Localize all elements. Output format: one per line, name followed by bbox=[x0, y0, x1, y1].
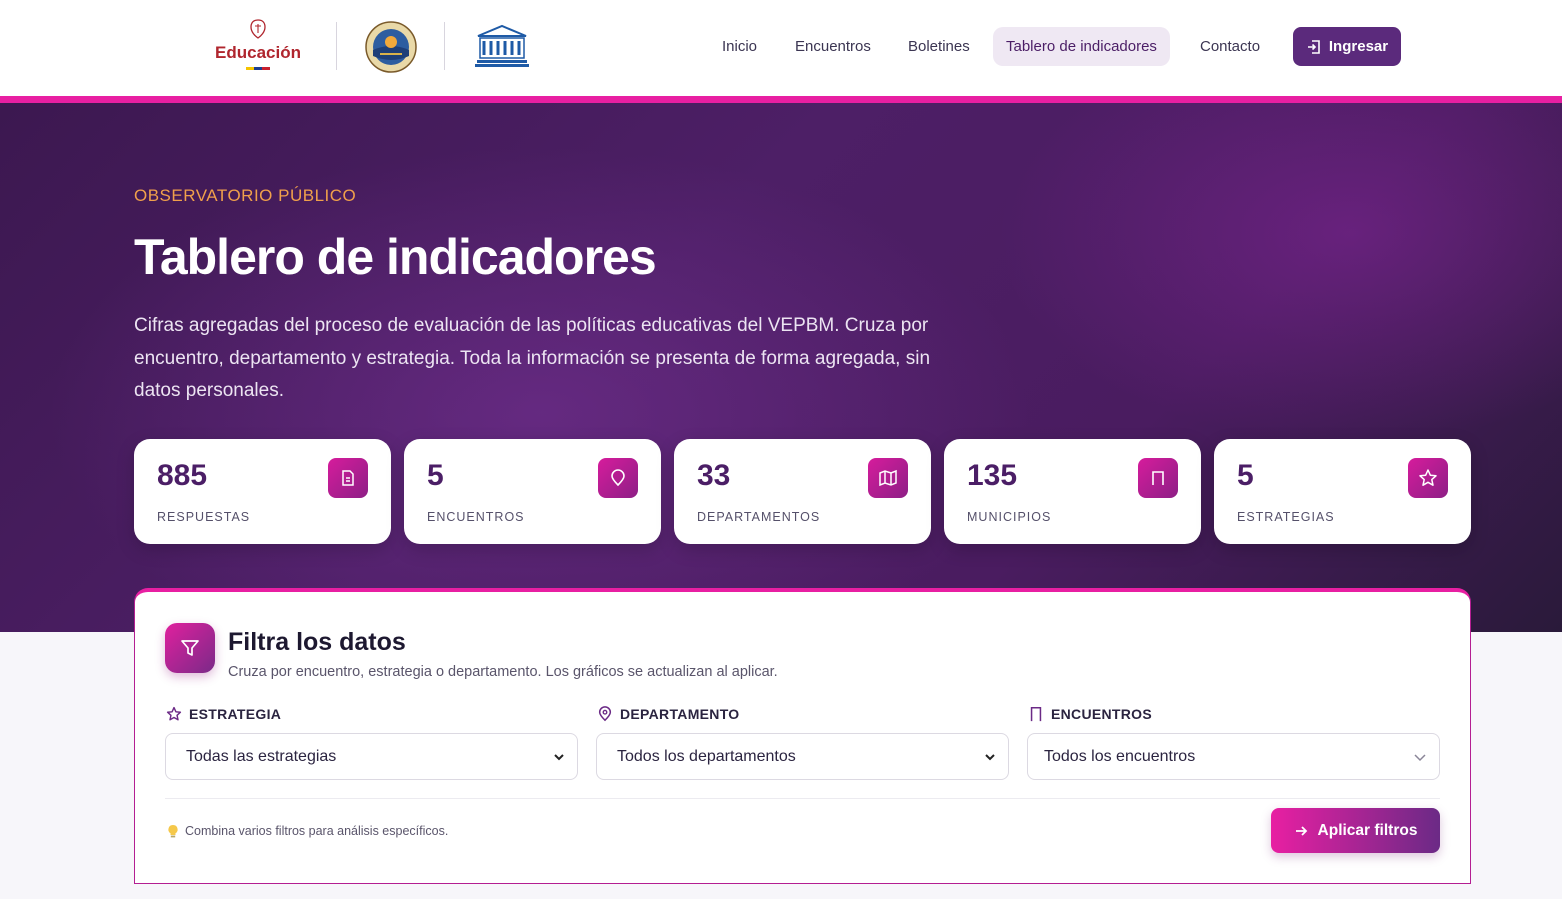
nav-link-encuentros[interactable]: Encuentros bbox=[782, 27, 884, 66]
stat-card-departamentos: 33 DEPARTAMENTOS bbox=[674, 439, 931, 544]
apply-filters-button[interactable]: Aplicar filtros bbox=[1271, 808, 1440, 853]
login-button[interactable]: Ingresar bbox=[1293, 27, 1401, 66]
department-select-value: Todos los departamentos bbox=[617, 747, 796, 765]
encounters-label-text: ENCUENTROS bbox=[1051, 706, 1153, 722]
chevron-down-icon bbox=[1414, 753, 1426, 761]
site-header: Educación Inicio Encuentros Boletines Ta… bbox=[0, 0, 1562, 96]
stat-card-estrategias: 5 ESTRATEGIAS bbox=[1214, 439, 1471, 544]
login-icon bbox=[1307, 39, 1320, 54]
nav-link-contacto[interactable]: Contacto bbox=[1187, 27, 1273, 66]
stat-value: 5 bbox=[427, 459, 444, 492]
filter-panel: Filtra los datos Cruza por encuentro, es… bbox=[134, 588, 1471, 884]
chevron-down-icon bbox=[554, 753, 564, 760]
encounters-select-value: Todos los encuentros bbox=[1044, 747, 1196, 765]
star-icon bbox=[1408, 458, 1448, 498]
encounters-filter-label: ENCUENTROS bbox=[1028, 706, 1152, 722]
filter-divider bbox=[165, 798, 1440, 799]
stat-value: 885 bbox=[157, 459, 208, 492]
strategy-filter-label: ESTRATEGIA bbox=[166, 706, 281, 722]
department-select[interactable]: Todos los departamentos bbox=[596, 733, 1009, 780]
nav-link-boletines[interactable]: Boletines bbox=[895, 27, 983, 66]
location-pin-icon bbox=[598, 458, 638, 498]
university-seal-logo[interactable] bbox=[364, 20, 418, 74]
header-accent-bar bbox=[0, 96, 1562, 103]
hero-description: Cifras agregadas del proceso de evaluaci… bbox=[134, 315, 931, 401]
education-logo-text: Educación bbox=[215, 43, 301, 62]
login-label: Ingresar bbox=[1328, 38, 1389, 55]
department-label-text: DEPARTAMENTO bbox=[620, 706, 740, 722]
coat-of-arms-icon bbox=[250, 19, 266, 39]
stat-label: ESTRATEGIAS bbox=[1237, 510, 1335, 524]
stat-value: 5 bbox=[1237, 459, 1254, 492]
stat-value: 33 bbox=[697, 459, 731, 492]
stat-card-encuentros: 5 ENCUENTROS bbox=[404, 439, 661, 544]
star-icon bbox=[166, 706, 182, 721]
filter-hint: Combina varios filtros para análisis esp… bbox=[167, 824, 448, 838]
stat-label: MUNICIPIOS bbox=[967, 510, 1052, 524]
map-icon bbox=[868, 458, 908, 498]
stat-value: 135 bbox=[967, 459, 1018, 492]
strategy-label-text: ESTRATEGIA bbox=[189, 706, 282, 722]
chevron-down-icon bbox=[985, 753, 995, 760]
colombia-flag-stripe bbox=[246, 67, 270, 70]
stat-card-municipios: 135 MUNICIPIOS bbox=[944, 439, 1201, 544]
bookmark-icon bbox=[1030, 707, 1042, 722]
strategy-select-value: Todas las estrategias bbox=[186, 747, 337, 765]
nav-link-inicio[interactable]: Inicio bbox=[709, 27, 770, 66]
filter-subtitle: Cruza por encuentro, estrategia o depart… bbox=[228, 664, 778, 680]
page-title: Tablero de indicadores bbox=[134, 229, 657, 285]
unesco-logo[interactable] bbox=[474, 24, 530, 68]
arrow-right-icon bbox=[1295, 825, 1307, 836]
strategy-select[interactable]: Todas las estrategias bbox=[165, 733, 578, 780]
logo-divider bbox=[444, 22, 445, 70]
filter-title: Filtra los datos bbox=[228, 628, 406, 656]
filter-funnel-icon bbox=[165, 623, 215, 673]
stat-label: DEPARTAMENTOS bbox=[697, 510, 821, 524]
apply-filters-label: Aplicar filtros bbox=[1317, 821, 1418, 839]
logo-divider bbox=[336, 22, 337, 70]
department-filter-label: DEPARTAMENTO bbox=[597, 706, 740, 722]
stat-label: ENCUENTROS bbox=[427, 510, 525, 524]
location-pin-icon bbox=[598, 706, 612, 722]
lightbulb-icon bbox=[168, 824, 178, 838]
filter-hint-text: Combina varios filtros para análisis esp… bbox=[185, 824, 449, 838]
nav-link-tablero[interactable]: Tablero de indicadores bbox=[993, 27, 1170, 66]
stat-card-respuestas: 885 RESPUESTAS bbox=[134, 439, 391, 544]
document-icon bbox=[328, 458, 368, 498]
education-ministry-logo[interactable]: Educación bbox=[212, 18, 304, 74]
bookmark-icon bbox=[1138, 458, 1178, 498]
stat-label: RESPUESTAS bbox=[157, 510, 251, 524]
hero-eyebrow: OBSERVATORIO PÚBLICO bbox=[134, 186, 357, 205]
encounters-select[interactable]: Todos los encuentros bbox=[1027, 733, 1440, 780]
